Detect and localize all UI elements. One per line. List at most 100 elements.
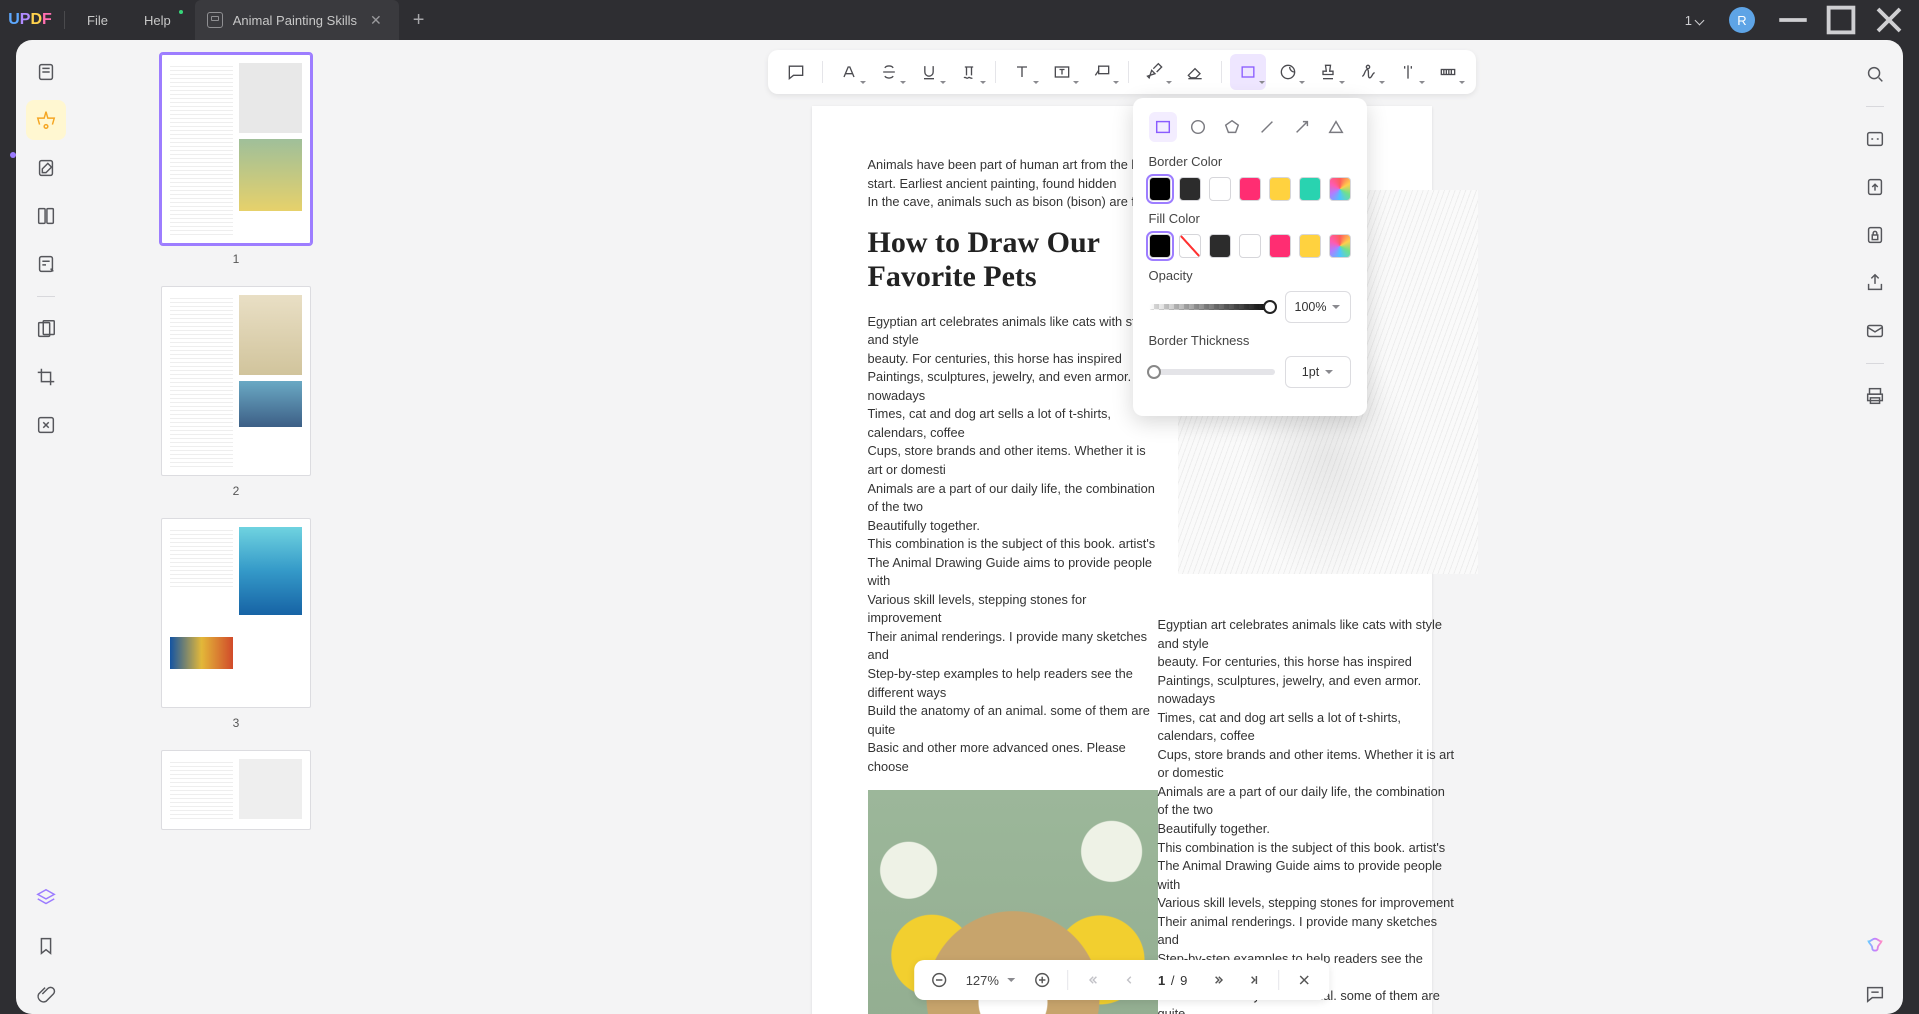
color-swatch[interactable] (1299, 177, 1321, 201)
strikethrough-tool[interactable] (871, 54, 907, 90)
color-swatch[interactable] (1329, 234, 1351, 258)
opacity-value-select[interactable]: 100% (1285, 291, 1351, 323)
highlight-tool[interactable] (831, 54, 867, 90)
signature-tool[interactable] (1350, 54, 1386, 90)
ocr-icon[interactable] (1855, 119, 1895, 159)
organize-mode-icon[interactable] (26, 196, 66, 236)
thumbnail-page-4[interactable] (161, 750, 311, 830)
print-icon[interactable] (1855, 376, 1895, 416)
shape-circle-button[interactable] (1183, 112, 1212, 142)
thumbnail-page-1[interactable] (161, 54, 311, 244)
color-swatch[interactable] (1179, 177, 1201, 201)
redact-icon[interactable] (26, 309, 66, 349)
doc-line: Paintings, sculptures, jewelry, and even… (1158, 672, 1458, 709)
opacity-slider[interactable] (1149, 304, 1275, 310)
window-close-button[interactable] (1867, 1, 1911, 39)
page-navigation-bar: 127% 1 / 9 (914, 960, 1330, 1000)
color-swatch[interactable] (1209, 177, 1231, 201)
color-swatch[interactable] (1269, 177, 1291, 201)
border-color-row (1149, 177, 1351, 201)
last-page-button[interactable] (1238, 965, 1268, 995)
compare-icon[interactable] (26, 405, 66, 445)
tab-document[interactable]: Animal Painting Skills ✕ (195, 0, 399, 40)
thumbnail-label: 2 (92, 484, 380, 498)
measure-tool[interactable] (1430, 54, 1466, 90)
doc-line: Egyptian art celebrates animals like cat… (868, 313, 1158, 350)
prev-page-button[interactable] (1114, 965, 1144, 995)
search-icon[interactable] (1855, 54, 1895, 94)
page-counter[interactable]: 1 / 9 (1150, 973, 1196, 988)
user-avatar[interactable]: R (1729, 7, 1755, 33)
titlebar-page[interactable]: 1 (1675, 13, 1713, 28)
reader-mode-icon[interactable] (26, 52, 66, 92)
zoom-value-select[interactable]: 127% (960, 973, 1021, 988)
underline-tool[interactable] (911, 54, 947, 90)
zoom-in-button[interactable] (1027, 965, 1057, 995)
crop-icon[interactable] (26, 357, 66, 397)
text-tool[interactable] (1004, 54, 1040, 90)
tab-add-button[interactable]: + (399, 9, 439, 32)
doc-line: This combination is the subject of this … (1158, 839, 1458, 858)
next-page-button[interactable] (1202, 965, 1232, 995)
doc-line: Paintings, sculptures, jewelry, and even… (868, 368, 1158, 405)
document-stage[interactable]: Animals have been part of human art from… (396, 40, 1847, 1014)
textbox-tool[interactable] (1044, 54, 1080, 90)
zoom-out-button[interactable] (924, 965, 954, 995)
tab-close-button[interactable]: ✕ (367, 9, 385, 32)
color-swatch[interactable] (1149, 234, 1171, 258)
color-swatch[interactable] (1329, 177, 1351, 201)
annotation-toolbar (768, 50, 1476, 94)
stamp-tool[interactable] (1310, 54, 1346, 90)
distance-tool[interactable] (1390, 54, 1426, 90)
color-swatch[interactable] (1179, 234, 1201, 258)
thickness-value-select[interactable]: 1pt (1285, 356, 1351, 388)
color-swatch[interactable] (1239, 234, 1261, 258)
sticky-note-tool[interactable] (778, 54, 814, 90)
doc-line: Animals are a part of our daily life, th… (868, 480, 1158, 517)
color-swatch[interactable] (1269, 234, 1291, 258)
border-color-label: Border Color (1149, 154, 1351, 169)
color-swatch[interactable] (1299, 234, 1321, 258)
shape-line-button[interactable] (1253, 112, 1282, 142)
doc-line: Their animal renderings. I provide many … (868, 628, 1158, 665)
rectangle-shape-tool[interactable] (1230, 54, 1266, 90)
window-maximize-button[interactable] (1819, 1, 1863, 39)
layers-icon[interactable] (26, 878, 66, 918)
convert-icon[interactable] (1855, 167, 1895, 207)
eraser-tool[interactable] (1177, 54, 1213, 90)
email-icon[interactable] (1855, 311, 1895, 351)
ai-assistant-icon[interactable] (1855, 926, 1895, 966)
edit-mode-icon[interactable] (26, 148, 66, 188)
shape-triangle-button[interactable] (1322, 112, 1351, 142)
share-icon[interactable] (1855, 263, 1895, 303)
thumbnail-page-3[interactable] (161, 518, 311, 708)
sticker-tool[interactable] (1270, 54, 1306, 90)
close-nav-button[interactable] (1289, 965, 1319, 995)
thumbnail-label: 3 (92, 716, 380, 730)
window-minimize-button[interactable] (1771, 1, 1815, 39)
pencil-tool[interactable] (1137, 54, 1173, 90)
doc-line: beauty. For centuries, this horse has in… (868, 350, 1158, 369)
shape-rectangle-button[interactable] (1149, 112, 1178, 142)
color-swatch[interactable] (1239, 177, 1261, 201)
comment-mode-icon[interactable] (26, 100, 66, 140)
menu-help[interactable]: Help (126, 0, 189, 40)
bookmark-icon[interactable] (26, 926, 66, 966)
shape-polygon-button[interactable] (1218, 112, 1247, 142)
squiggly-tool[interactable] (951, 54, 987, 90)
title-bar: UPDF File Help Animal Painting Skills ✕ … (0, 0, 1919, 40)
callout-tool[interactable] (1084, 54, 1120, 90)
thumbnail-page-2[interactable] (161, 286, 311, 476)
first-page-button[interactable] (1078, 965, 1108, 995)
shape-arrow-button[interactable] (1287, 112, 1316, 142)
doc-line: Step-by-step examples to help readers se… (868, 665, 1158, 702)
doc-line: Beautifully together. (1158, 820, 1458, 839)
thickness-slider[interactable] (1149, 369, 1275, 375)
color-swatch[interactable] (1209, 234, 1231, 258)
comment-panel-icon[interactable] (1855, 974, 1895, 1014)
color-swatch[interactable] (1149, 177, 1171, 201)
menu-file[interactable]: File (69, 0, 126, 40)
form-mode-icon[interactable] (26, 244, 66, 284)
attachment-icon[interactable] (26, 974, 66, 1014)
protect-icon[interactable] (1855, 215, 1895, 255)
